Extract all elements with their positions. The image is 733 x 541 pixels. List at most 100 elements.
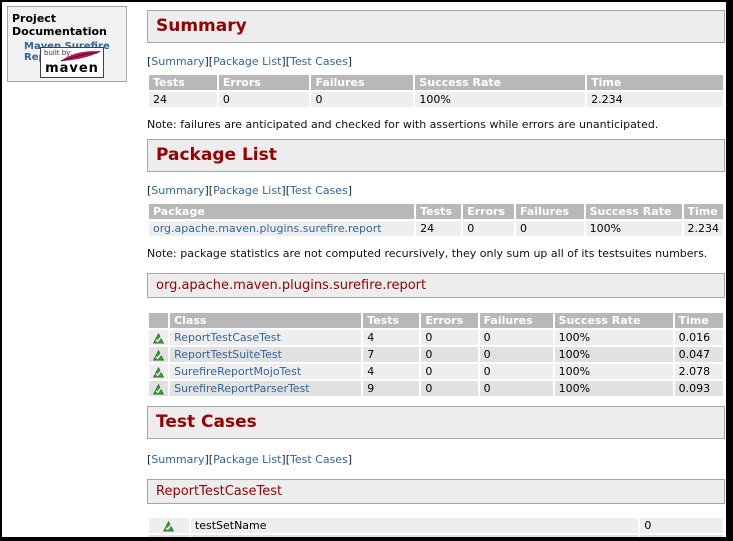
package-note: Note: package statistics are not compute…	[147, 247, 725, 260]
success-rate-value: 100%	[555, 330, 673, 345]
class-link[interactable]: ReportTestCaseTest	[174, 331, 281, 344]
package-detail-heading: org.apache.maven.plugins.surefire.report	[156, 278, 426, 293]
col-errors: Errors	[463, 204, 514, 219]
col-errors: Errors	[421, 313, 477, 328]
success-icon	[163, 536, 174, 537]
summary-note: Note: failures are anticipated and check…	[147, 118, 725, 131]
table-header-row: Package Tests Errors Failures Success Ra…	[149, 204, 723, 219]
section-nav-1: [Summary][Package List][Test Cases]	[147, 55, 725, 68]
col-time: Time	[684, 204, 724, 219]
time-value: 0.093	[675, 381, 723, 396]
col-failures: Failures	[516, 204, 584, 219]
col-success-rate: Success Rate	[555, 313, 673, 328]
table-row: ReportTestCaseTest 4 0 0 100% 0.016	[149, 330, 723, 345]
success-icon	[153, 348, 164, 361]
time-value: 2.234	[684, 221, 724, 236]
success-rate-value: 100%	[415, 92, 585, 107]
test-cases-heading: Test Cases	[156, 412, 257, 432]
col-package: Package	[149, 204, 414, 219]
time-value: 0.047	[675, 347, 723, 362]
nav-link-test-cases[interactable]: Test Cases	[290, 55, 348, 68]
tests-value: 7	[363, 347, 419, 362]
table-row: testSetName 0	[149, 518, 723, 533]
time-value: 0.016	[675, 330, 723, 345]
table-row: SurefireReportMojoTest 4 0 0 100% 2.078	[149, 364, 723, 379]
failures-value: 0	[516, 221, 584, 236]
time-value: 2.078	[675, 364, 723, 379]
summary-table: Tests Errors Failures Success Rate Time …	[147, 73, 725, 109]
failures-value: 0	[480, 330, 553, 345]
failures-value: 0	[480, 381, 553, 396]
col-tests: Tests	[363, 313, 419, 328]
col-success-rate: Success Rate	[586, 204, 682, 219]
nav-link-summary[interactable]: Summary	[151, 184, 204, 197]
success-rate-value: 100%	[586, 221, 682, 236]
errors-value: 0	[219, 92, 310, 107]
nav-link-package-list[interactable]: Package List	[213, 55, 281, 68]
summary-heading: Summary	[156, 16, 247, 36]
nav-link-summary[interactable]: Summary	[151, 453, 204, 466]
test-name: testSetTestCases	[191, 535, 638, 537]
class-table: Class Tests Errors Failures Success Rate…	[147, 311, 725, 398]
test-name: testSetName	[191, 518, 638, 533]
col-tests: Tests	[416, 204, 461, 219]
failures-value: 0	[311, 92, 413, 107]
section-heading-test-cases: Test Cases	[147, 406, 725, 439]
failures-value: 0	[480, 347, 553, 362]
test-time: 0	[640, 518, 723, 533]
col-time: Time	[587, 75, 723, 90]
success-icon	[163, 519, 174, 532]
section-nav-2: [Summary][Package List][Test Cases]	[147, 184, 725, 197]
nav-link-test-cases[interactable]: Test Cases	[290, 453, 348, 466]
col-status	[149, 313, 168, 328]
section-heading-package-detail: org.apache.maven.plugins.surefire.report	[147, 273, 725, 298]
sidebar-title: Project Documentation	[12, 12, 122, 38]
table-row: 24 0 0 100% 2.234	[149, 92, 723, 107]
errors-value: 0	[421, 364, 477, 379]
col-tests: Tests	[149, 75, 217, 90]
report-page: Project Documentation Maven Surefire Rep…	[2, 2, 726, 537]
package-list-heading: Package List	[156, 145, 277, 165]
package-link[interactable]: org.apache.maven.plugins.surefire.report	[153, 222, 382, 235]
class-link[interactable]: SurefireReportMojoTest	[174, 365, 301, 378]
success-rate-value: 100%	[555, 381, 673, 396]
tests-value: 24	[149, 92, 217, 107]
col-errors: Errors	[219, 75, 310, 90]
col-failures: Failures	[480, 313, 553, 328]
errors-value: 0	[463, 221, 514, 236]
package-table: Package Tests Errors Failures Success Ra…	[147, 202, 725, 238]
success-icon	[153, 365, 164, 378]
nav-link-package-list[interactable]: Package List	[213, 184, 281, 197]
bracket: ]	[348, 184, 352, 197]
table-header-row: Tests Errors Failures Success Rate Time	[149, 75, 723, 90]
bracket: ]	[348, 453, 352, 466]
nav-link-test-cases[interactable]: Test Cases	[290, 184, 348, 197]
tests-value: 24	[416, 221, 461, 236]
col-success-rate: Success Rate	[415, 75, 585, 90]
table-row: ReportTestSuiteTest 7 0 0 100% 0.047	[149, 347, 723, 362]
class-link[interactable]: SurefireReportParserTest	[174, 382, 310, 395]
test-time: 0	[640, 535, 723, 537]
section-heading-summary: Summary	[147, 10, 725, 43]
errors-value: 0	[421, 347, 477, 362]
maven-logo[interactable]: built by: maven	[40, 47, 104, 78]
section-nav-3: [Summary][Package List][Test Cases]	[147, 453, 725, 466]
tests-value: 4	[363, 330, 419, 345]
table-header-row: Class Tests Errors Failures Success Rate…	[149, 313, 723, 328]
col-time: Time	[675, 313, 723, 328]
nav-link-summary[interactable]: Summary	[151, 55, 204, 68]
tests-value: 9	[363, 381, 419, 396]
table-row: testSetTestCases 0	[149, 535, 723, 537]
time-value: 2.234	[587, 92, 723, 107]
nav-link-package-list[interactable]: Package List	[213, 453, 281, 466]
test-case-table: testSetName 0 testSetTestCases 0	[147, 516, 725, 537]
errors-value: 0	[421, 381, 477, 396]
success-icon	[153, 382, 164, 395]
errors-value: 0	[421, 330, 477, 345]
section-heading-report-test-case-test: ReportTestCaseTest	[147, 479, 725, 504]
class-link[interactable]: ReportTestSuiteTest	[174, 348, 282, 361]
success-rate-value: 100%	[555, 364, 673, 379]
col-class: Class	[170, 313, 361, 328]
sidebar: Project Documentation Maven Surefire Rep…	[7, 6, 127, 82]
maven-brand-label: maven	[41, 61, 103, 76]
